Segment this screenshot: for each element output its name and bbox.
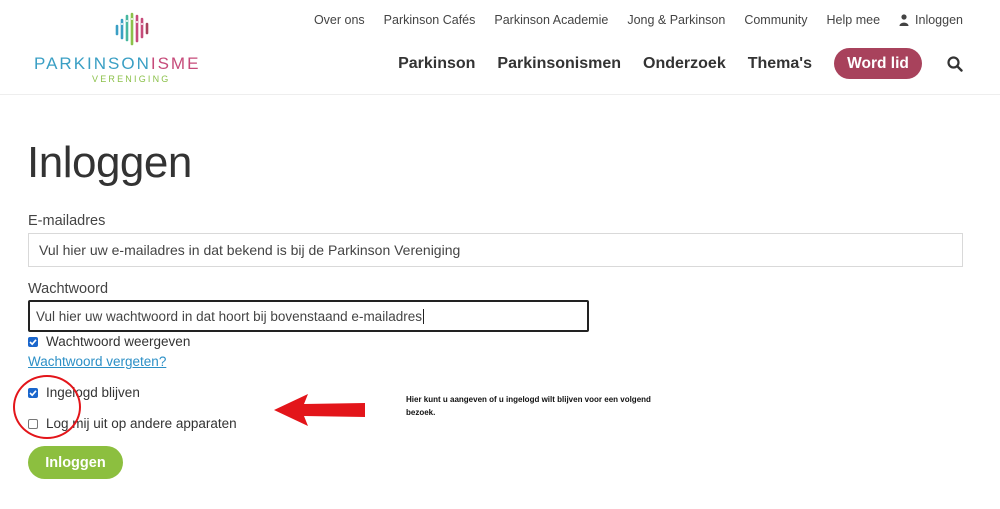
annotation-circle <box>13 375 81 439</box>
top-nav-parkinson-cafes[interactable]: Parkinson Cafés <box>384 13 476 27</box>
top-nav-login-label: Inloggen <box>915 13 963 27</box>
annotation-note: Hier kunt u aangeven of u ingelogd wilt … <box>406 395 651 417</box>
password-field[interactable]: Vul hier uw wachtwoord in dat hoort bij … <box>28 300 589 332</box>
top-nav-login[interactable]: Inloggen <box>899 13 963 27</box>
email-label: E-mailadres <box>28 213 106 229</box>
main-nav-themas[interactable]: Thema's <box>748 55 812 73</box>
top-nav-help-mee[interactable]: Help mee <box>827 13 881 27</box>
main-nav-onderzoek[interactable]: Onderzoek <box>643 55 726 73</box>
search-icon <box>947 55 963 72</box>
login-submit-button[interactable]: Inloggen <box>28 446 123 479</box>
search-button[interactable] <box>945 54 965 74</box>
logo-mark-icon <box>115 12 149 46</box>
top-nav: Over ons Parkinson Cafés Parkinson Acade… <box>295 13 963 27</box>
top-nav-community[interactable]: Community <box>744 13 807 27</box>
email-field-value: Vul hier uw e-mailadres in dat bekend is… <box>39 242 461 258</box>
email-field[interactable]: Vul hier uw e-mailadres in dat bekend is… <box>28 233 963 267</box>
text-caret <box>422 308 424 324</box>
forgot-password-link[interactable]: Wachtwoord vergeten? <box>28 354 166 369</box>
checkmark-icon <box>29 338 37 345</box>
main-nav-parkinsonismen[interactable]: Parkinsonismen <box>497 55 621 73</box>
show-password-row[interactable]: Wachtwoord weergeven <box>28 334 190 349</box>
page-title: Inloggen <box>27 138 192 187</box>
main-nav-parkinson[interactable]: Parkinson <box>398 55 475 73</box>
logo-subtext: VERENIGING <box>92 74 171 84</box>
site-header: PARKINSONISME VERENIGING Over ons Parkin… <box>0 0 1000 95</box>
top-nav-parkinson-academie[interactable]: Parkinson Academie <box>494 13 608 27</box>
logo-wordmark: PARKINSONISME <box>34 54 200 74</box>
password-field-value: Vul hier uw wachtwoord in dat hoort bij … <box>36 308 422 324</box>
user-icon <box>899 14 909 26</box>
show-password-label: Wachtwoord weergeven <box>46 334 191 349</box>
show-password-checkbox[interactable] <box>28 336 38 347</box>
password-label: Wachtwoord <box>28 281 109 297</box>
word-lid-button[interactable]: Word lid <box>834 48 922 79</box>
main-nav: Parkinson Parkinsonismen Onderzoek Thema… <box>398 48 965 79</box>
site-logo[interactable]: PARKINSONISME VERENIGING <box>30 12 198 84</box>
red-arrow-icon <box>274 394 365 426</box>
logo-text-main: PARKINSON <box>34 54 151 73</box>
top-nav-over-ons[interactable]: Over ons <box>314 13 365 27</box>
top-nav-jong-parkinson[interactable]: Jong & Parkinson <box>627 13 725 27</box>
logo-text-accent: ISME <box>150 54 201 73</box>
